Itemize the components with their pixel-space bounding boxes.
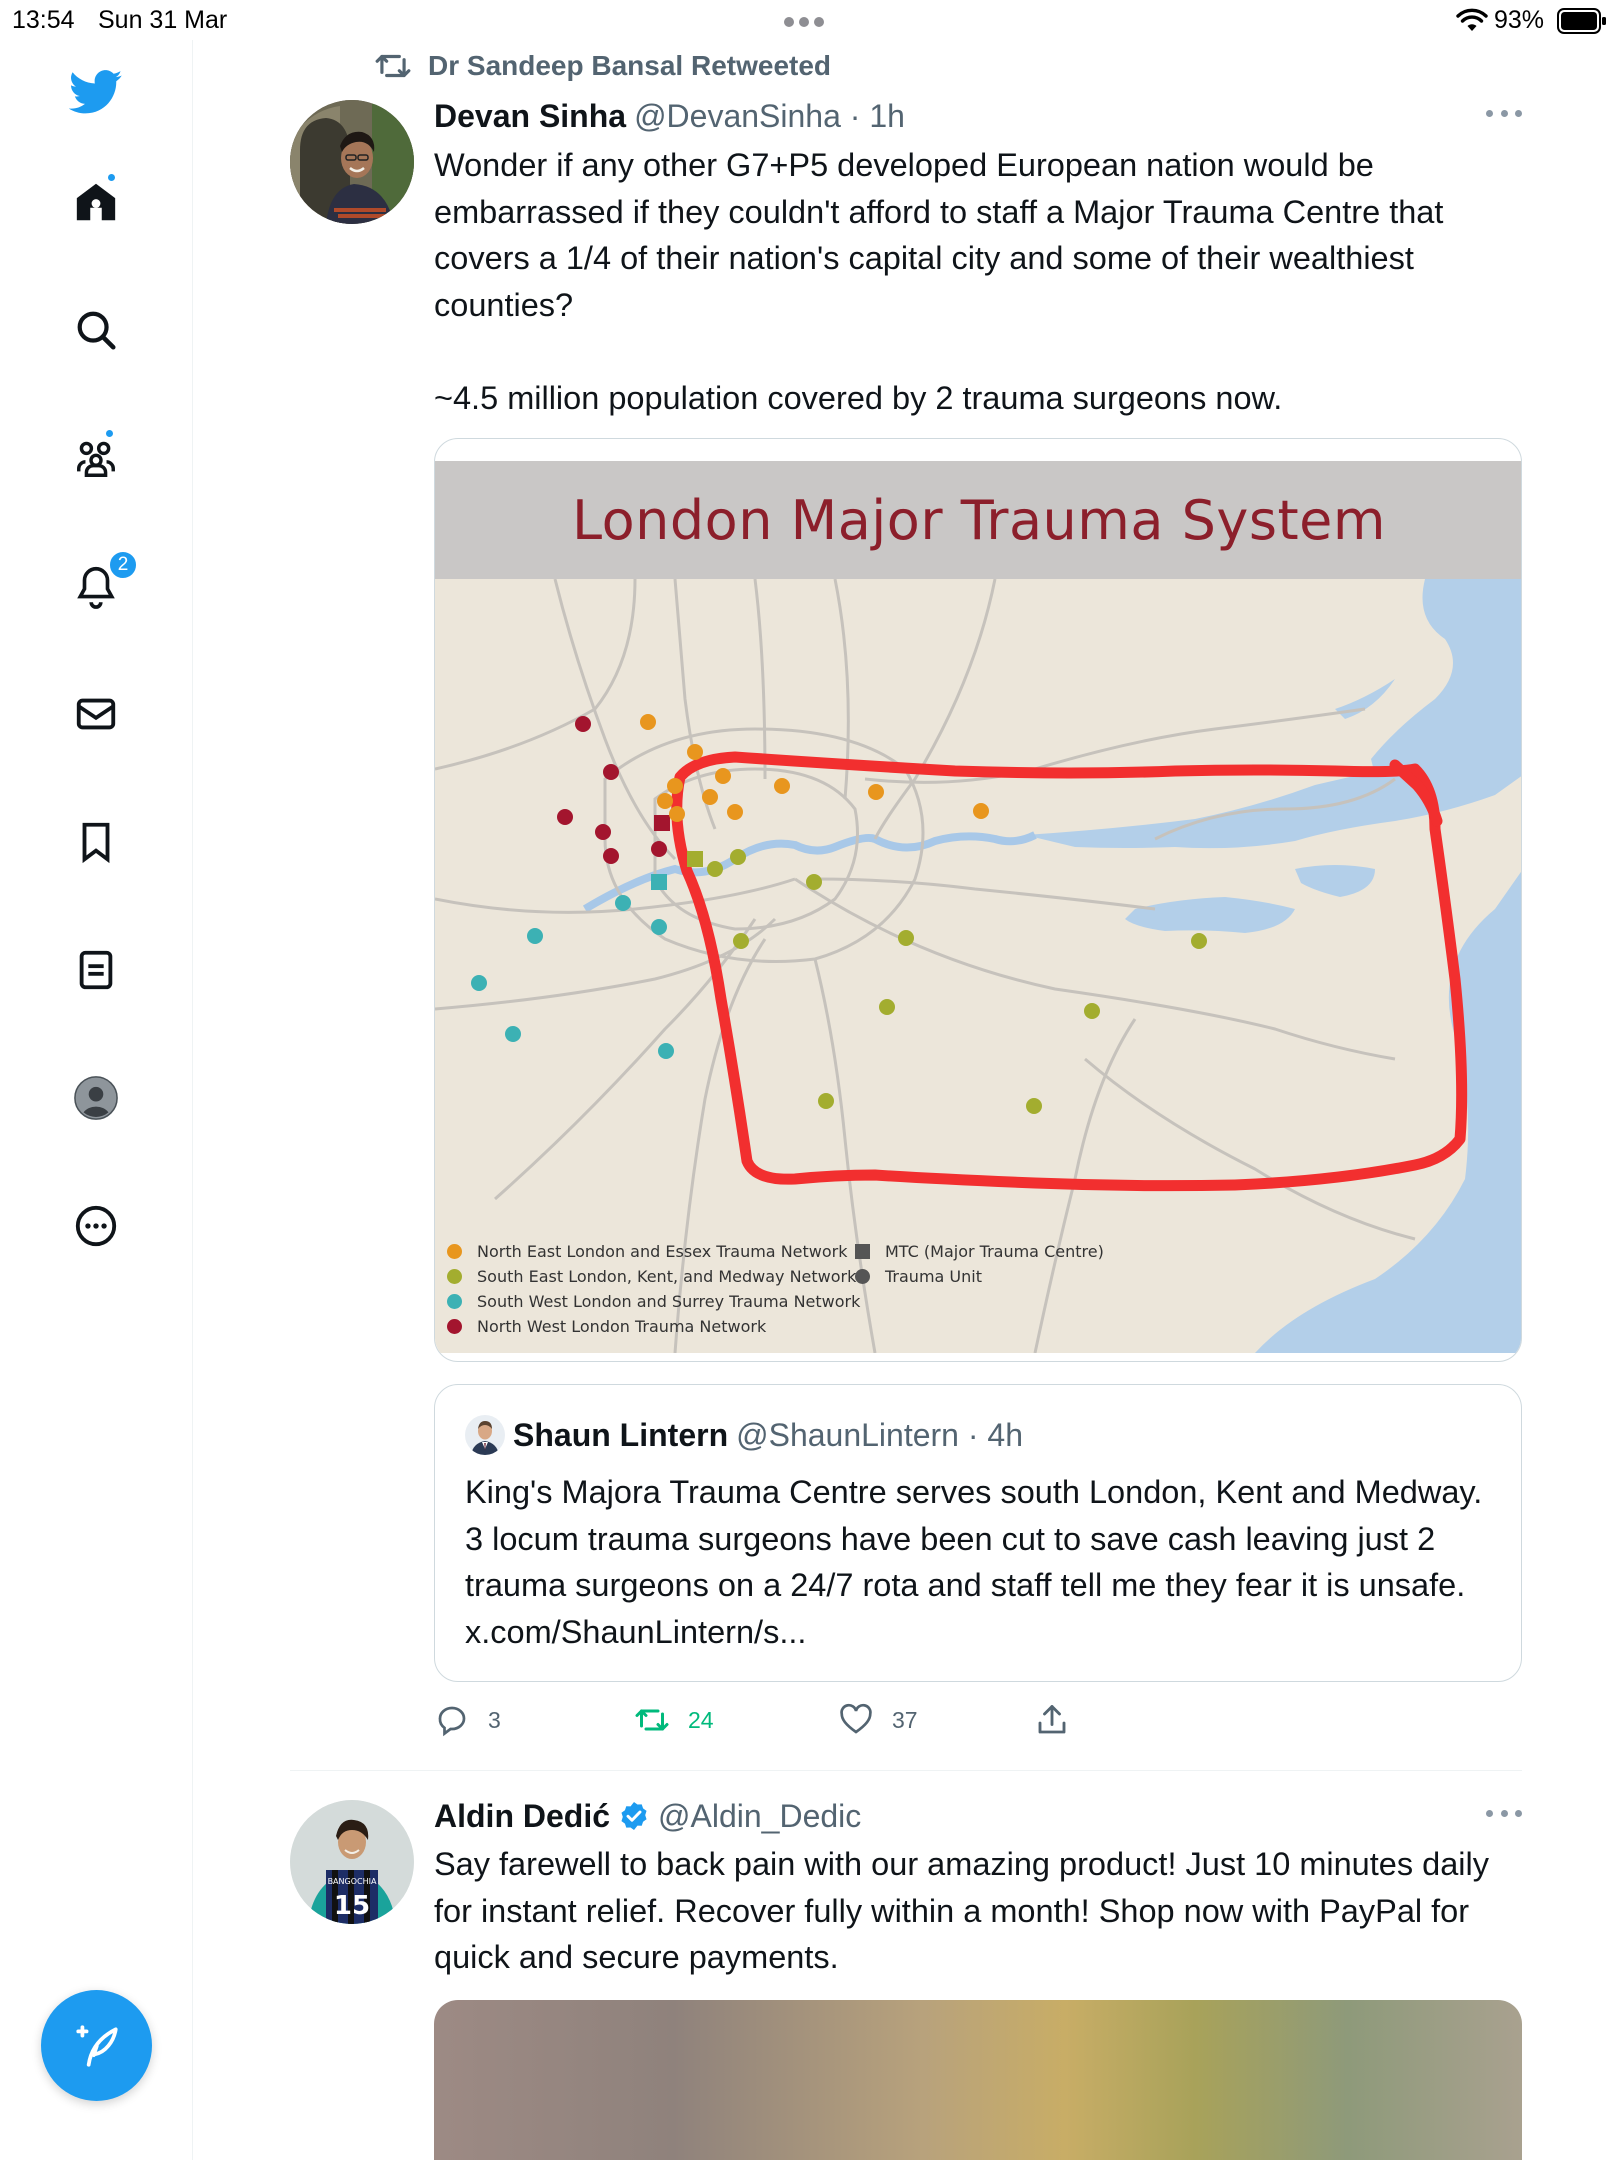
verified-badge-icon bbox=[618, 1800, 650, 1832]
heart-icon bbox=[840, 1703, 872, 1734]
map-title: London Major Trauma System bbox=[572, 488, 1386, 552]
author-handle-time[interactable]: @DevanSinha · 1h bbox=[634, 98, 905, 135]
reply-icon bbox=[438, 1706, 466, 1737]
search-icon[interactable] bbox=[64, 298, 128, 362]
bookmark-icon[interactable] bbox=[64, 810, 128, 874]
compose-feather-icon bbox=[75, 2024, 118, 2067]
shaun-lintern-avatar[interactable] bbox=[465, 1415, 505, 1455]
tweet-text: Wonder if any other G7+P5 developed Euro… bbox=[434, 147, 1444, 416]
map-title-band: London Major Trauma System bbox=[435, 461, 1521, 579]
like-button[interactable]: 37 bbox=[838, 1700, 918, 1740]
multitasking-dots-icon[interactable] bbox=[784, 14, 836, 27]
map-legend-left: North East London and Essex Trauma Netwo… bbox=[447, 1239, 860, 1339]
like-count: 37 bbox=[892, 1706, 918, 1733]
tweet2-handle[interactable]: @Aldin_Dedic bbox=[658, 1798, 861, 1835]
quoted-author-name[interactable]: Shaun Lintern bbox=[513, 1417, 728, 1454]
reply-button[interactable]: 3 bbox=[434, 1700, 501, 1740]
notification-count-badge: 2 bbox=[108, 550, 138, 580]
legend-item: Trauma Unit bbox=[855, 1264, 1104, 1289]
author-name[interactable]: Devan Sinha bbox=[434, 98, 626, 135]
twitter-bird-icon[interactable] bbox=[64, 60, 128, 124]
status-time: 13:54 bbox=[12, 6, 75, 34]
battery-icon bbox=[1557, 8, 1606, 34]
retweeted-by-label: Dr Sandeep Bansal Retweeted bbox=[428, 50, 832, 81]
legend-item: North West London Trauma Network bbox=[447, 1314, 860, 1339]
share-button[interactable] bbox=[1034, 1700, 1088, 1740]
retweet-icon bbox=[635, 1709, 669, 1731]
tweet-more-icon[interactable] bbox=[1486, 110, 1522, 122]
london-map bbox=[435, 579, 1521, 1353]
map-legend-right: MTC (Major Trauma Centre) Trauma Unit bbox=[855, 1239, 1104, 1289]
retweet-context[interactable]: Dr Sandeep Bansal Retweeted bbox=[374, 46, 831, 86]
home-notification-dot bbox=[106, 172, 117, 183]
tweet-header: Devan Sinha @DevanSinha · 1h bbox=[434, 96, 905, 136]
legend-item: South West London and Surrey Trauma Netw… bbox=[447, 1289, 860, 1314]
legend-item: North East London and Essex Trauma Netwo… bbox=[447, 1239, 860, 1264]
wifi-icon bbox=[1456, 8, 1488, 31]
quoted-tweet-header: Shaun Lintern @ShaunLintern · 4h bbox=[513, 1415, 1023, 1455]
mail-icon[interactable] bbox=[64, 682, 128, 746]
reply-count: 3 bbox=[488, 1706, 501, 1733]
map-image-card[interactable]: London Major Trauma System bbox=[434, 438, 1522, 1362]
quoted-handle-time[interactable]: @ShaunLintern · 4h bbox=[736, 1417, 1023, 1454]
tweet2-header: Aldin Dedić @Aldin_Dedic bbox=[434, 1796, 861, 1836]
aldin-dedic-avatar[interactable]: BANGOCHIA 15 bbox=[290, 1800, 414, 1924]
quoted-tweet-card[interactable]: Shaun Lintern @ShaunLintern · 4h King's … bbox=[434, 1384, 1522, 1682]
communities-icon[interactable] bbox=[64, 426, 128, 490]
status-date: Sun 31 Mar bbox=[98, 6, 228, 34]
more-circle-icon[interactable] bbox=[64, 1194, 128, 1258]
quoted-tweet-text: King's Majora Trauma Centre serves south… bbox=[465, 1474, 1483, 1650]
tweet2-more-icon[interactable] bbox=[1486, 1810, 1522, 1822]
retweet-count: 24 bbox=[688, 1706, 714, 1733]
share-icon bbox=[1038, 1705, 1066, 1734]
devan-sinha-avatar[interactable] bbox=[290, 100, 414, 224]
jersey-name: BANGOCHIA bbox=[328, 1877, 377, 1886]
tweet2-media[interactable] bbox=[434, 2000, 1522, 2160]
legend-item: MTC (Major Trauma Centre) bbox=[855, 1239, 1104, 1264]
home-icon[interactable] bbox=[64, 170, 128, 234]
profile-avatar-icon[interactable] bbox=[64, 1066, 128, 1130]
tweet2-author-name[interactable]: Aldin Dedić bbox=[434, 1798, 610, 1835]
battery-percent: 93% bbox=[1494, 6, 1545, 34]
lists-icon[interactable] bbox=[64, 938, 128, 1002]
status-bar: 13:54 Sun 31 Mar 93% bbox=[0, 0, 1620, 40]
bell-icon[interactable]: 2 bbox=[64, 550, 138, 618]
retweet-button[interactable]: 24 bbox=[634, 1700, 714, 1740]
tweet-divider bbox=[290, 1770, 1522, 1771]
tweet2-text: Say farewell to back pain with our amazi… bbox=[434, 1846, 1489, 1975]
legend-item: South East London, Kent, and Medway Netw… bbox=[447, 1264, 860, 1289]
retweet-icon bbox=[375, 54, 411, 78]
sidebar: 2 bbox=[0, 40, 193, 2160]
compose-button[interactable] bbox=[41, 1990, 152, 2101]
communities-notification-dot bbox=[104, 428, 115, 439]
jersey-number: 15 bbox=[334, 1891, 370, 1921]
